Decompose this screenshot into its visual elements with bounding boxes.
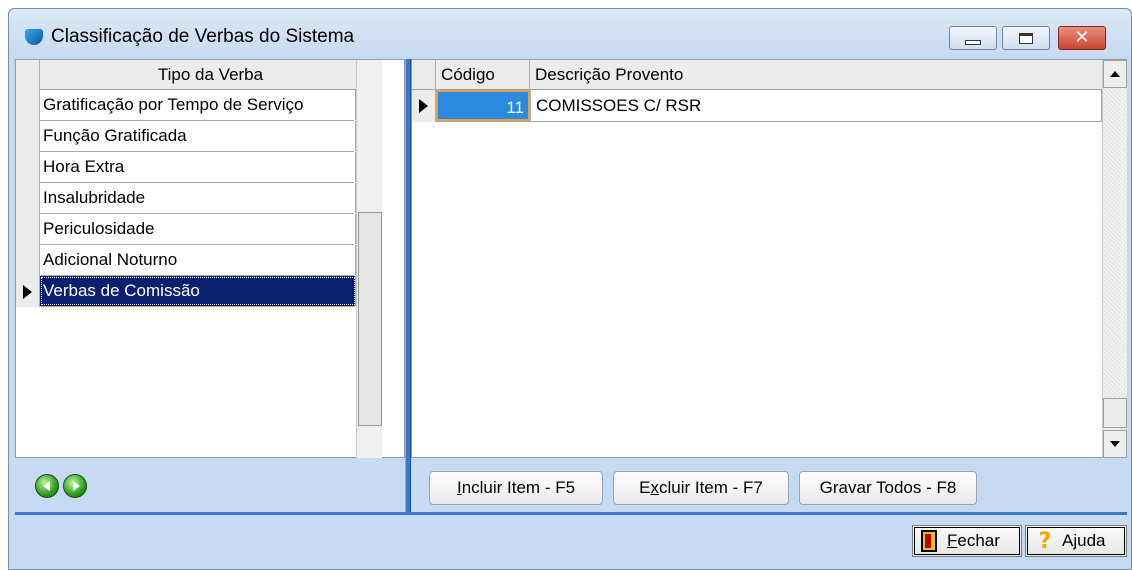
table-cell[interactable]: Periculosidade bbox=[40, 214, 356, 244]
vertical-scrollbar[interactable] bbox=[356, 60, 382, 458]
row-indicator[interactable] bbox=[412, 90, 436, 122]
nav-next-icon bbox=[72, 481, 80, 491]
table-cell[interactable]: Hora Extra bbox=[40, 152, 356, 182]
table-row[interactable]: 11 COMISSOES C/ RSR bbox=[412, 90, 1102, 122]
main-window: Classificação de Verbas do Sistema ✕ Tip… bbox=[8, 8, 1132, 570]
window-title: Classificação de Verbas do Sistema bbox=[51, 26, 355, 47]
nav-prev-icon bbox=[42, 481, 50, 491]
excluir-item-button[interactable]: Excluir Item - F7 bbox=[613, 471, 789, 505]
close-button[interactable]: ✕ bbox=[1058, 26, 1106, 50]
verb-type-rows: Gratificação por Tempo de Serviço Função… bbox=[16, 90, 356, 307]
row-indicator[interactable] bbox=[16, 245, 40, 276]
row-indicator-header bbox=[16, 60, 40, 90]
accelerator-key: x bbox=[650, 478, 659, 497]
client-area: Tipo da Verba Gratificação por Tempo de … bbox=[15, 59, 1127, 563]
next-button[interactable] bbox=[63, 474, 87, 498]
button-label: ncluir Item - F5 bbox=[461, 478, 576, 497]
button-label: echar bbox=[957, 531, 1000, 550]
row-indicator[interactable] bbox=[16, 214, 40, 245]
scrollbar-thumb[interactable] bbox=[358, 212, 382, 426]
table-cell[interactable]: Verbas de Comissão bbox=[40, 276, 356, 306]
table-row[interactable]: Hora Extra bbox=[16, 152, 356, 183]
minimize-button[interactable] bbox=[949, 26, 997, 50]
table-row[interactable]: Insalubridade bbox=[16, 183, 356, 214]
table-row[interactable]: Função Gratificada bbox=[16, 121, 356, 152]
app-icon bbox=[25, 29, 43, 45]
column-header-descricao[interactable]: Descrição Provento bbox=[530, 60, 1102, 90]
minimize-icon bbox=[965, 39, 981, 45]
door-exit-icon bbox=[921, 530, 937, 552]
help-question-icon: ? bbox=[1038, 528, 1052, 554]
grid-header: Código Descrição Provento bbox=[412, 60, 1102, 90]
description-cell[interactable]: COMISSOES C/ RSR bbox=[530, 90, 1102, 121]
maximize-button[interactable] bbox=[1002, 26, 1050, 50]
table-cell[interactable]: Insalubridade bbox=[40, 183, 356, 213]
arrow-down-icon bbox=[1110, 441, 1120, 447]
button-label-prefix: E bbox=[639, 478, 651, 497]
table-cell[interactable]: Gratificação por Tempo de Serviço bbox=[40, 90, 356, 120]
column-header-codigo[interactable]: Código bbox=[436, 60, 530, 90]
current-row-arrow-icon bbox=[419, 99, 428, 113]
scroll-down-button[interactable] bbox=[1103, 430, 1127, 458]
accelerator-key: F bbox=[947, 531, 958, 550]
row-indicator[interactable] bbox=[16, 121, 40, 152]
title-bar[interactable]: Classificação de Verbas do Sistema ✕ bbox=[9, 9, 1131, 59]
gravar-todos-button[interactable]: Gravar Todos - F8 bbox=[799, 471, 977, 505]
table-row[interactable]: Gratificação por Tempo de Serviço bbox=[16, 90, 356, 121]
row-indicator[interactable] bbox=[16, 90, 40, 121]
button-label: Ajuda bbox=[1062, 531, 1106, 550]
verb-type-grid[interactable]: Tipo da Verba Gratificação por Tempo de … bbox=[15, 59, 405, 458]
table-row[interactable]: Periculosidade bbox=[16, 214, 356, 245]
scroll-up-button[interactable] bbox=[1103, 60, 1127, 88]
provento-grid[interactable]: Código Descrição Provento 11 COMISSOES C… bbox=[411, 59, 1127, 458]
close-icon: ✕ bbox=[1074, 27, 1090, 48]
button-label: cluir Item - F7 bbox=[658, 478, 763, 497]
ajuda-button[interactable]: ? Ajuda bbox=[1025, 525, 1127, 557]
table-row-selected[interactable]: Verbas de Comissão bbox=[16, 276, 356, 307]
grid-header: Tipo da Verba bbox=[16, 60, 381, 90]
table-cell[interactable]: Função Gratificada bbox=[40, 121, 356, 151]
previous-button[interactable] bbox=[35, 474, 59, 498]
column-header-tipo-da-verba[interactable]: Tipo da Verba bbox=[40, 60, 381, 90]
incluir-item-button[interactable]: Incluir Item - F5 bbox=[429, 471, 603, 505]
current-row-arrow-icon bbox=[23, 285, 32, 299]
vertical-scrollbar[interactable] bbox=[1102, 60, 1127, 458]
maximize-icon bbox=[1019, 32, 1033, 44]
code-cell[interactable]: 11 bbox=[436, 90, 530, 121]
navigation-bar bbox=[15, 458, 405, 512]
table-cell[interactable]: Adicional Noturno bbox=[40, 245, 356, 275]
row-indicator[interactable] bbox=[16, 276, 40, 307]
fechar-button[interactable]: Fechar bbox=[912, 525, 1022, 557]
table-row[interactable]: Adicional Noturno bbox=[16, 245, 356, 276]
row-indicator[interactable] bbox=[16, 183, 40, 214]
scrollbar-thumb[interactable] bbox=[1103, 398, 1127, 428]
footer-divider bbox=[15, 512, 1127, 515]
arrow-up-icon bbox=[1110, 71, 1120, 77]
row-indicator[interactable] bbox=[16, 152, 40, 183]
row-indicator-header bbox=[412, 60, 436, 90]
